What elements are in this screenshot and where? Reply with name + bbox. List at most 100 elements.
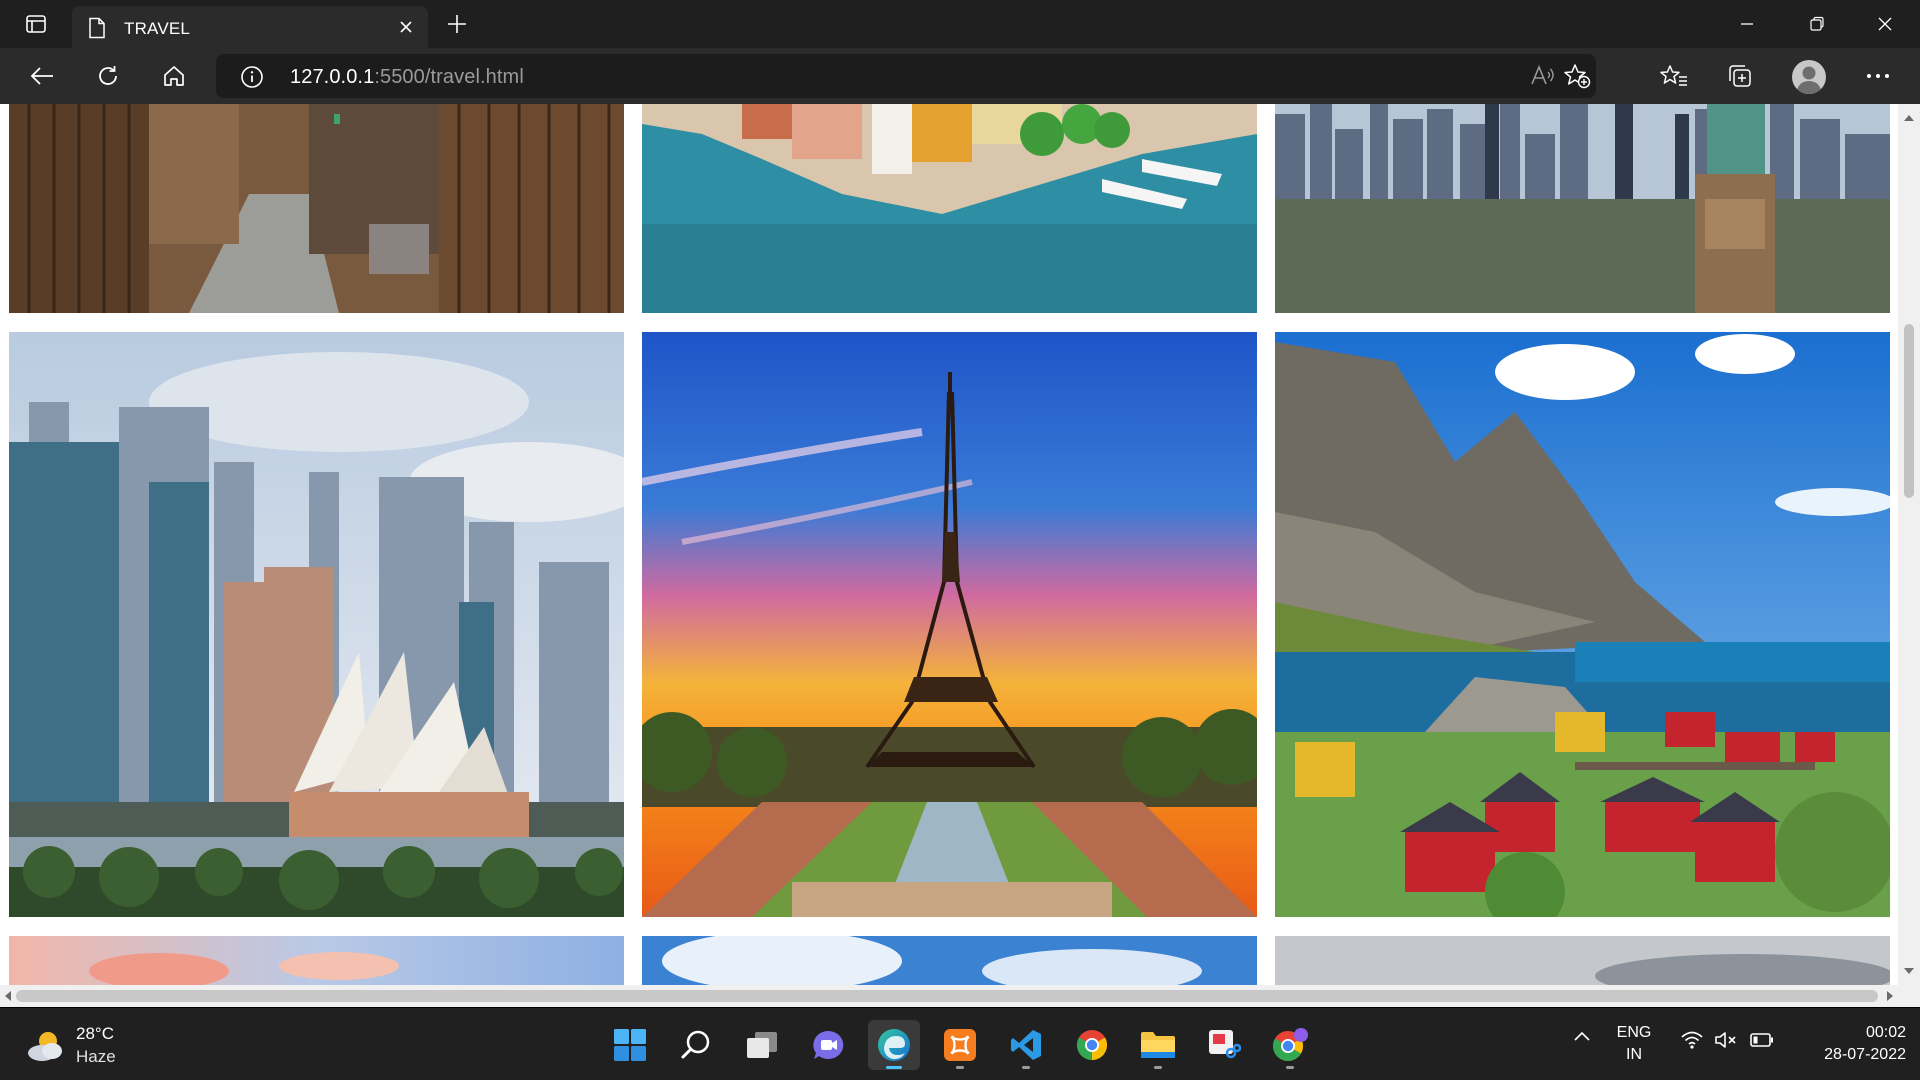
close-icon bbox=[400, 21, 412, 33]
file-explorer-button[interactable] bbox=[1132, 1020, 1184, 1070]
task-view-button[interactable] bbox=[736, 1020, 788, 1070]
vscode-app-button[interactable] bbox=[1000, 1020, 1052, 1070]
xampp-app-button[interactable] bbox=[934, 1020, 986, 1070]
collections-button[interactable] bbox=[1720, 58, 1760, 94]
clock-date: 28-07-2022 bbox=[1824, 1046, 1906, 1063]
volume-status[interactable] bbox=[1714, 1030, 1738, 1055]
running-indicator bbox=[1022, 1066, 1030, 1069]
language-code: ENG bbox=[1616, 1024, 1652, 1041]
task-view-icon bbox=[747, 1032, 777, 1058]
system-clock[interactable]: 00:02 28-07-2022 bbox=[1790, 1022, 1906, 1066]
read-aloud-button[interactable] bbox=[1528, 62, 1558, 90]
photo-sydney-opera-house bbox=[9, 332, 624, 917]
tab-title: TRAVEL bbox=[124, 19, 191, 38]
close-icon bbox=[1878, 17, 1892, 31]
vscode-icon bbox=[1011, 1030, 1041, 1060]
photo-new-york-skyline bbox=[1275, 104, 1890, 313]
folder-icon bbox=[1141, 1032, 1175, 1058]
scroll-right-icon[interactable] bbox=[1886, 990, 1894, 1002]
photo-sunset-sky bbox=[9, 936, 624, 985]
page-viewport bbox=[0, 104, 1898, 985]
settings-more-button[interactable] bbox=[1858, 58, 1898, 94]
running-indicator bbox=[956, 1066, 964, 1069]
tab-actions-button[interactable] bbox=[16, 8, 56, 40]
home-button[interactable] bbox=[154, 58, 194, 94]
new-tab-button[interactable] bbox=[440, 8, 474, 40]
vertical-scroll-thumb[interactable] bbox=[1904, 324, 1914, 498]
tab-actions-icon bbox=[26, 15, 46, 33]
chrome-app-button[interactable] bbox=[1066, 1020, 1118, 1070]
url-host: 127.0.0.1 bbox=[290, 66, 375, 88]
minimize-button[interactable] bbox=[1712, 0, 1782, 48]
weather-condition: Haze bbox=[76, 1047, 116, 1066]
user-icon bbox=[1796, 66, 1822, 94]
chrome-profile-app-button[interactable] bbox=[1264, 1020, 1316, 1070]
browser-tab-travel[interactable]: TRAVEL bbox=[72, 6, 428, 48]
scroll-up-icon[interactable] bbox=[1903, 114, 1915, 122]
photo-blue-sky-clouds bbox=[642, 936, 1257, 985]
refresh-button[interactable] bbox=[88, 58, 128, 94]
chevron-up-icon bbox=[1574, 1031, 1590, 1041]
running-indicator bbox=[1154, 1066, 1162, 1069]
xampp-icon bbox=[944, 1029, 976, 1061]
start-button[interactable] bbox=[604, 1020, 656, 1070]
chat-icon bbox=[813, 1030, 844, 1059]
edge-app-button[interactable] bbox=[868, 1020, 920, 1070]
url-text[interactable]: 127.0.0.1:5500/travel.html bbox=[290, 66, 524, 89]
back-button[interactable] bbox=[22, 58, 62, 94]
close-window-button[interactable] bbox=[1850, 0, 1920, 48]
chrome-profile-icon bbox=[1272, 1028, 1308, 1062]
minimize-icon bbox=[1741, 23, 1753, 25]
clock-time: 00:02 bbox=[1865, 1024, 1906, 1041]
favorites-button[interactable] bbox=[1654, 58, 1694, 94]
weather-widget[interactable]: 28°C Haze bbox=[24, 1022, 164, 1068]
scroll-left-icon[interactable] bbox=[4, 990, 12, 1002]
teams-chat-button[interactable] bbox=[802, 1020, 854, 1070]
profile-avatar[interactable] bbox=[1792, 60, 1826, 94]
snipping-tool-icon bbox=[1209, 1030, 1241, 1059]
weather-temperature: 28°C bbox=[76, 1024, 114, 1043]
wifi-status[interactable] bbox=[1680, 1030, 1704, 1055]
battery-icon bbox=[1750, 1033, 1773, 1047]
tab-close-button[interactable] bbox=[394, 15, 418, 39]
edge-icon bbox=[878, 1029, 910, 1061]
back-arrow-icon bbox=[30, 67, 53, 85]
collections-icon bbox=[1729, 65, 1751, 87]
restore-icon bbox=[1810, 16, 1824, 31]
star-add-icon bbox=[1564, 64, 1591, 89]
windows-taskbar: 28°C Haze ENG IN 00:02 28-07-2022 bbox=[0, 1008, 1920, 1080]
browser-toolbar: 127.0.0.1:5500/travel.html bbox=[0, 48, 1920, 104]
battery-status[interactable] bbox=[1750, 1032, 1774, 1053]
info-icon[interactable] bbox=[240, 65, 264, 89]
horizontal-scrollbar[interactable] bbox=[0, 985, 1898, 1007]
input-language-indicator[interactable]: ENG IN bbox=[1614, 1022, 1654, 1066]
scroll-down-icon[interactable] bbox=[1903, 967, 1915, 975]
search-icon bbox=[681, 1030, 710, 1059]
browser-tab-bar: TRAVEL bbox=[0, 0, 1920, 48]
add-favorite-button[interactable] bbox=[1562, 62, 1592, 90]
chrome-icon bbox=[1076, 1030, 1108, 1061]
address-bar[interactable]: 127.0.0.1:5500/travel.html bbox=[216, 54, 1596, 98]
scrollbar-corner bbox=[1898, 985, 1920, 1007]
read-aloud-icon bbox=[1531, 64, 1554, 85]
vertical-scrollbar[interactable] bbox=[1898, 104, 1920, 985]
home-icon bbox=[164, 66, 184, 86]
snipping-tool-button[interactable] bbox=[1198, 1020, 1250, 1070]
search-button[interactable] bbox=[670, 1020, 722, 1070]
photo-lofoten-village bbox=[1275, 332, 1890, 917]
photo-kyoto-alley bbox=[9, 104, 624, 313]
photo-eiffel-tower-sunset bbox=[642, 332, 1257, 917]
photo-harbor-city bbox=[642, 104, 1257, 313]
show-hidden-icons-button[interactable] bbox=[1572, 1026, 1592, 1051]
partly-cloudy-icon bbox=[28, 1032, 62, 1061]
horizontal-scroll-thumb[interactable] bbox=[16, 990, 1878, 1002]
active-indicator bbox=[886, 1066, 902, 1069]
wifi-icon bbox=[1681, 1031, 1703, 1049]
photo-grey-clouds bbox=[1275, 936, 1890, 985]
url-path: :5500/travel.html bbox=[374, 66, 524, 88]
refresh-icon bbox=[99, 66, 117, 85]
restore-button[interactable] bbox=[1782, 0, 1852, 48]
plus-icon bbox=[448, 15, 466, 33]
language-region: IN bbox=[1626, 1046, 1642, 1063]
document-icon bbox=[89, 17, 105, 39]
